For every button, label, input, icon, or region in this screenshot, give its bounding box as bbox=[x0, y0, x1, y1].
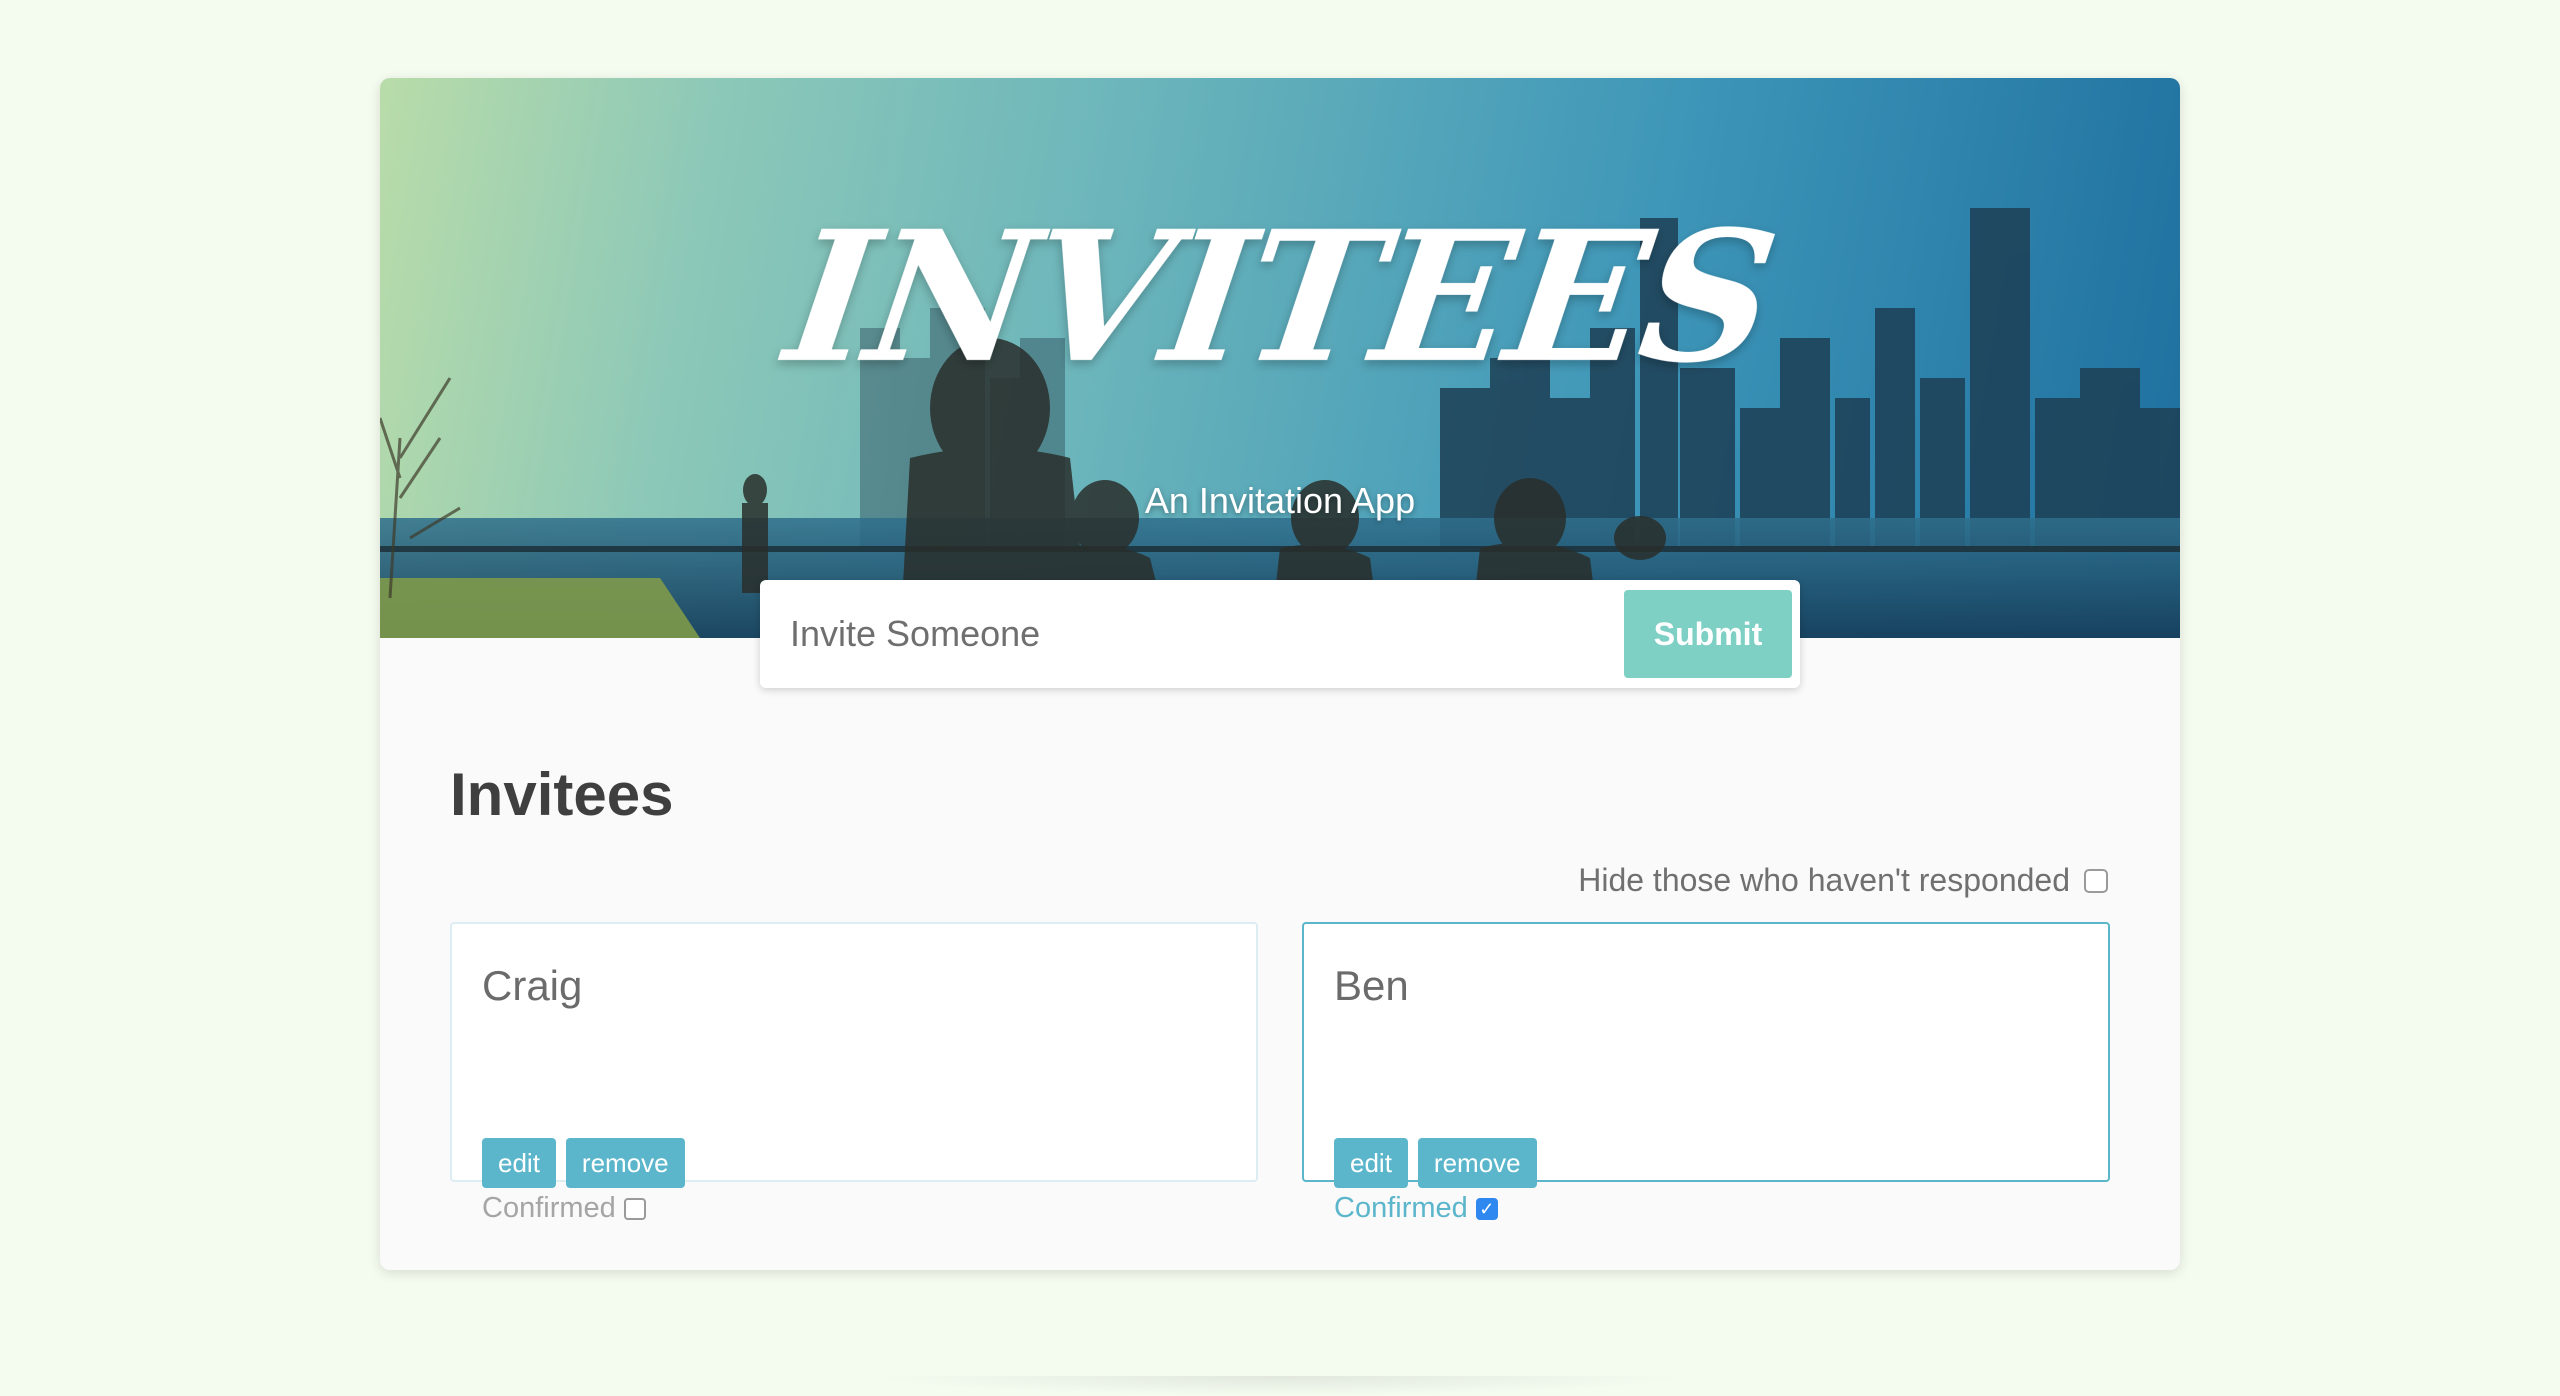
app-card: INVITEES An Invitation App Submit Invite… bbox=[380, 78, 2180, 1270]
edit-button[interactable]: edit bbox=[482, 1138, 556, 1188]
edit-button[interactable]: edit bbox=[1334, 1138, 1408, 1188]
filter-label: Hide those who haven't responded bbox=[1578, 862, 2070, 898]
invite-form: Submit bbox=[760, 580, 1800, 688]
confirmed-checkbox[interactable]: ✓ bbox=[1475, 1197, 1498, 1220]
hide-unresponded-checkbox[interactable] bbox=[2084, 868, 2108, 893]
confirmed-label: Confirmed bbox=[1334, 1192, 1468, 1224]
footer-shadow bbox=[870, 1376, 1690, 1396]
confirmed-toggle[interactable]: Confirmed ✓ bbox=[1334, 1192, 1498, 1225]
checkmark-icon: ✓ bbox=[1479, 1198, 1495, 1219]
confirmed-label: Confirmed bbox=[482, 1192, 616, 1224]
hero-banner: INVITEES An Invitation App bbox=[380, 78, 2180, 638]
confirmed-checkbox[interactable] bbox=[623, 1197, 646, 1220]
invitee-actions: edit remove bbox=[1334, 1138, 1547, 1188]
app-logo-title: INVITEES bbox=[775, 192, 1785, 403]
invitee-name: Craig bbox=[482, 962, 583, 1009]
hide-unresponded-filter[interactable]: Hide those who haven't responded bbox=[1578, 862, 2108, 899]
app-subtitle: An Invitation App bbox=[1144, 480, 1416, 521]
invite-input[interactable] bbox=[760, 580, 1640, 688]
invitee-card-ben: Ben edit remove Confirmed ✓ bbox=[1302, 922, 2110, 1224]
invitees-heading: Invitees bbox=[450, 761, 674, 828]
remove-button[interactable]: remove bbox=[1417, 1138, 1537, 1188]
invitee-actions: edit remove bbox=[482, 1138, 695, 1188]
remove-button[interactable]: remove bbox=[565, 1138, 685, 1188]
invitee-name: Ben bbox=[1334, 962, 1409, 1009]
submit-button[interactable]: Submit bbox=[1624, 590, 1792, 678]
invitee-card-craig: Craig edit remove Confirmed bbox=[450, 922, 1258, 1224]
confirmed-toggle[interactable]: Confirmed bbox=[482, 1192, 646, 1225]
